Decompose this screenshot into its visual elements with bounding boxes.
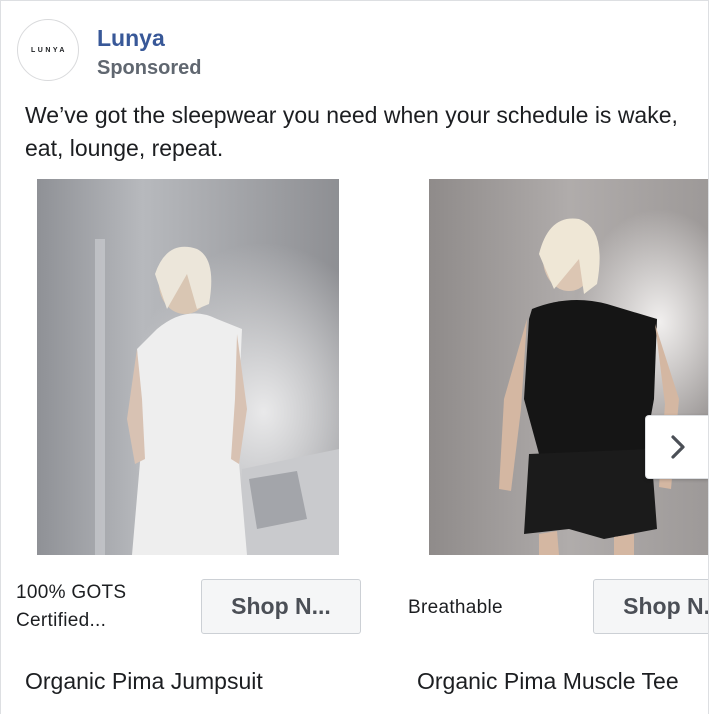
avatar-logo-text: LUNYA bbox=[31, 46, 67, 54]
card-description: Breathable bbox=[408, 597, 503, 618]
brand-avatar[interactable]: LUNYA bbox=[17, 19, 79, 81]
post-caption: We’ve got the sleepwear you need when yo… bbox=[25, 102, 678, 161]
carousel-image-muscle-tee[interactable] bbox=[429, 179, 708, 555]
carousel-next-button[interactable] bbox=[645, 415, 708, 479]
shop-now-button[interactable]: Shop N... bbox=[593, 579, 708, 634]
carousel-image-jumpsuit[interactable] bbox=[37, 179, 339, 555]
sponsored-post: LUNYA Lunya Sponsored We’ve got the slee… bbox=[0, 0, 709, 714]
card-title-link[interactable]: Organic Pima Jumpsuit bbox=[25, 668, 263, 695]
card-title-link[interactable]: Organic Pima Muscle Tee bbox=[417, 668, 679, 695]
chevron-right-icon bbox=[670, 435, 685, 459]
sponsored-label[interactable]: Sponsored bbox=[97, 57, 201, 80]
brand-name-link[interactable]: Lunya bbox=[97, 25, 165, 52]
card-description: 100% GOTS Certified... bbox=[16, 582, 127, 631]
shop-now-button[interactable]: Shop N... bbox=[201, 579, 361, 634]
